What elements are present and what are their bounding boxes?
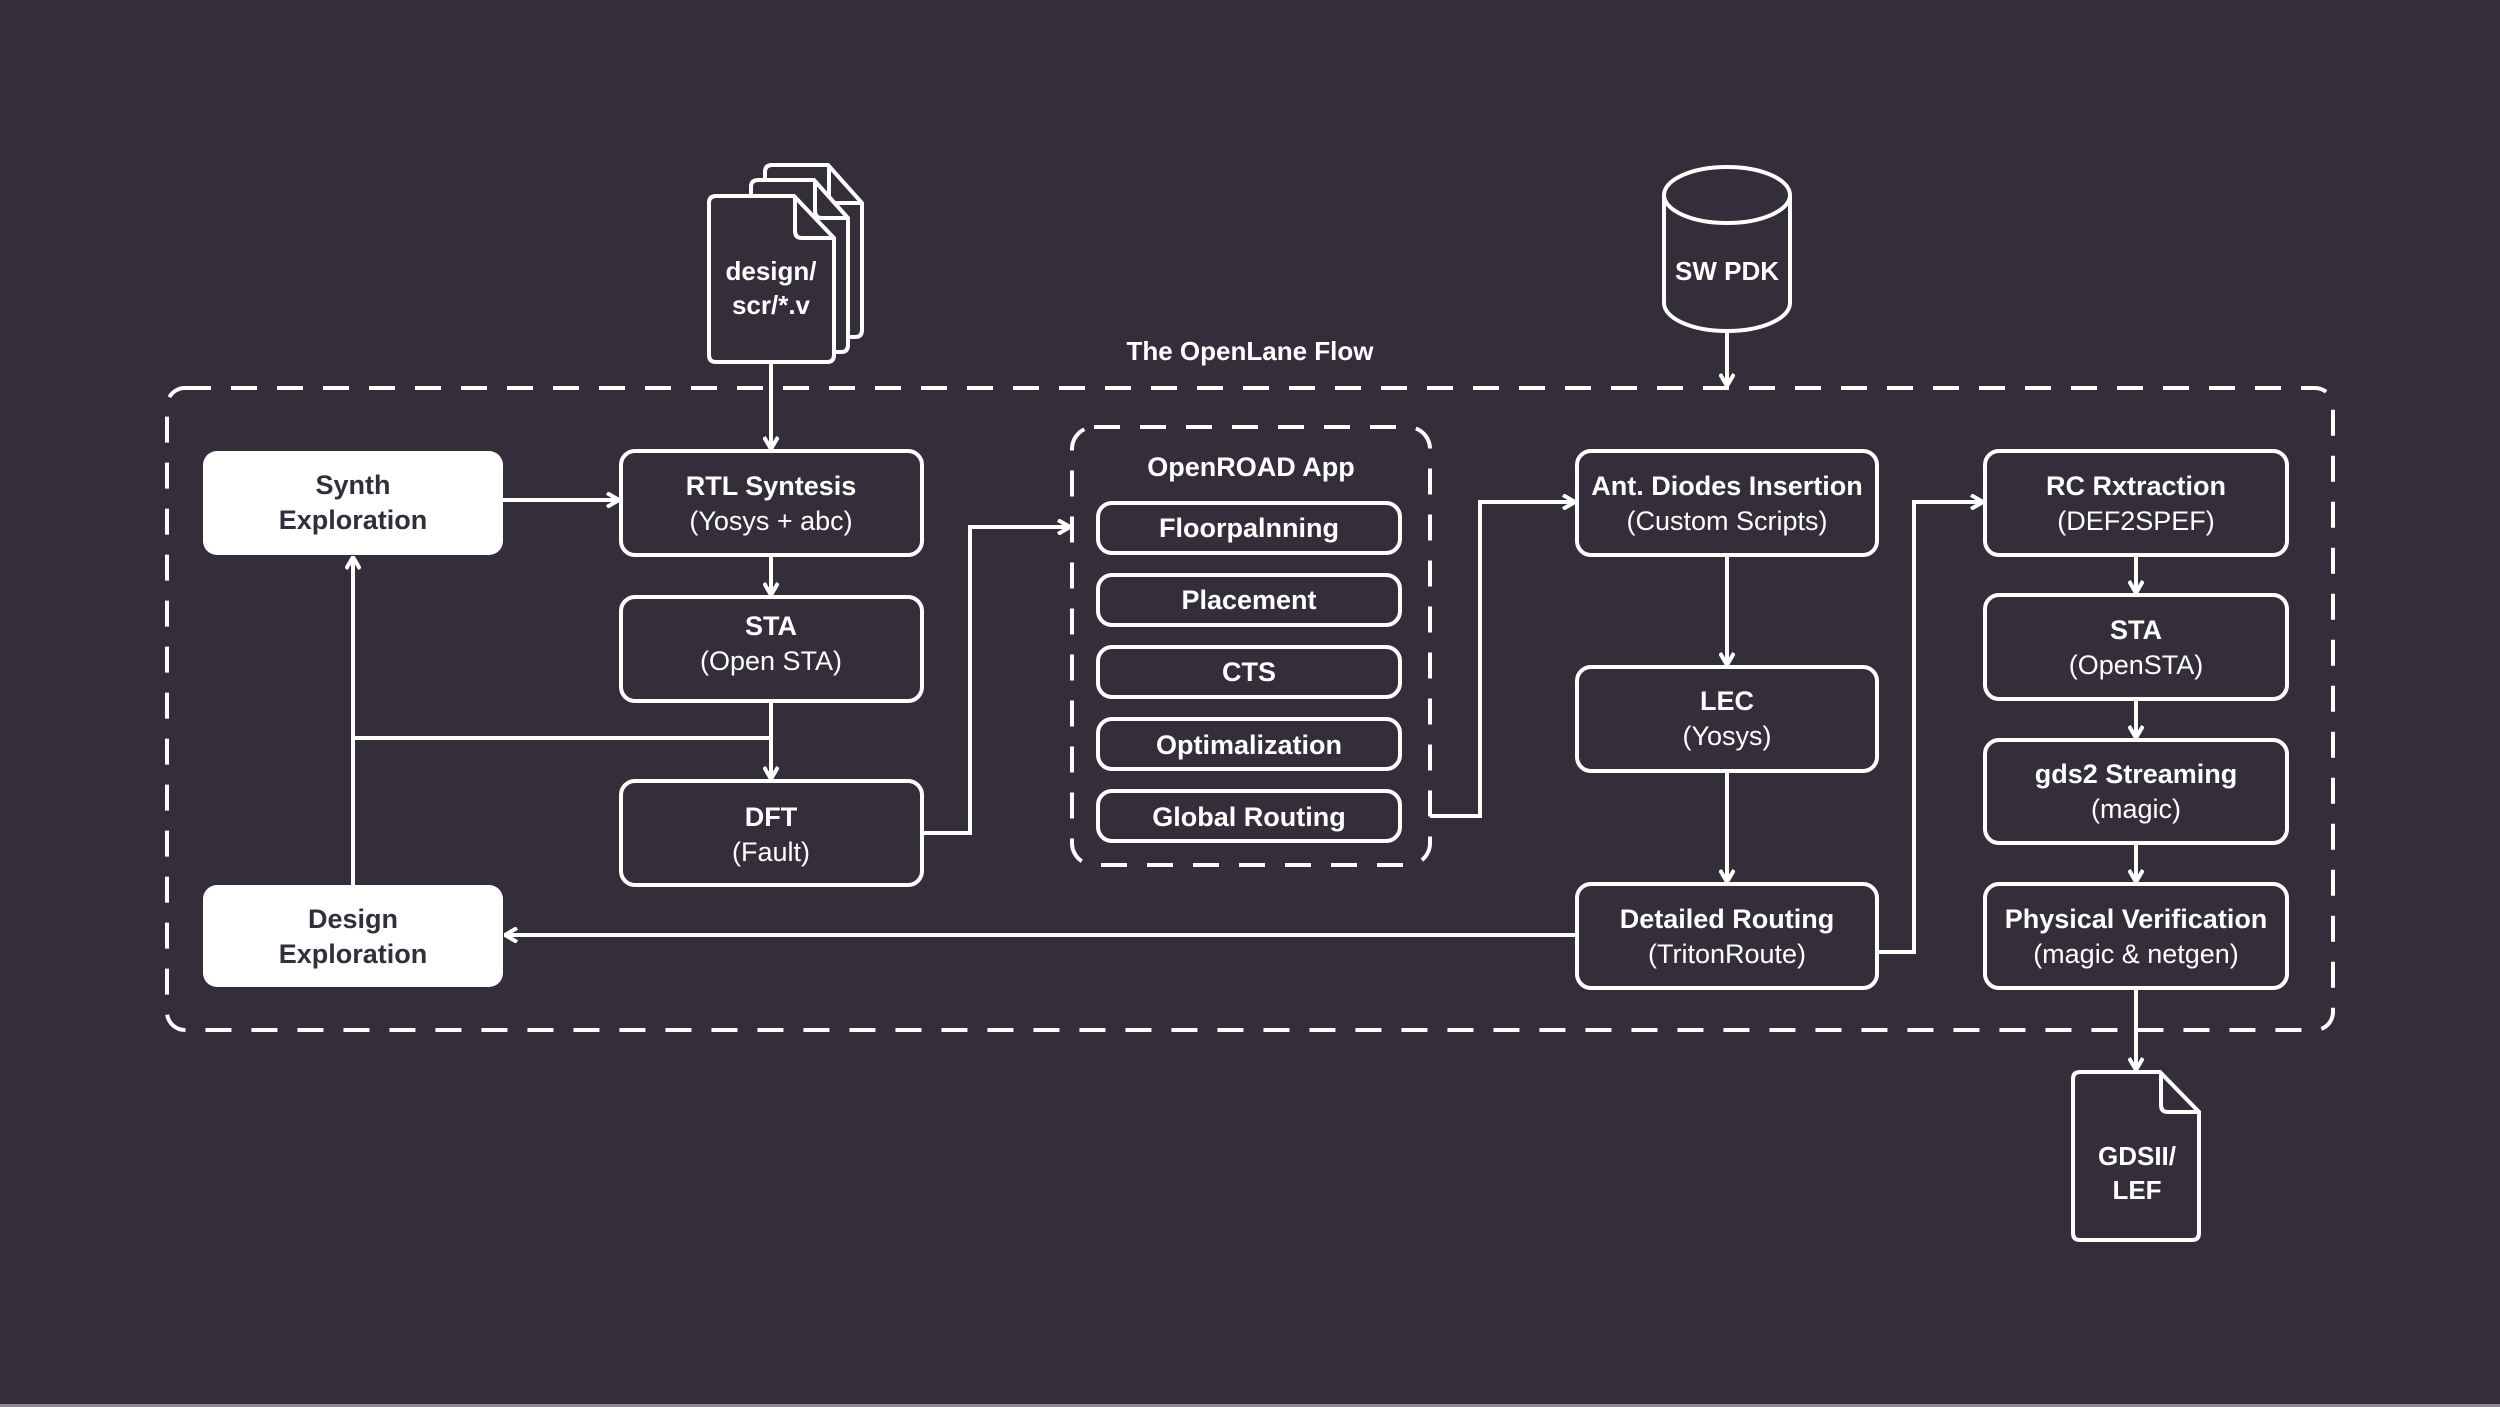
detailed-routing-title: Detailed Routing [1620,904,1835,934]
ant-diodes-tool: (Custom Scripts) [1626,506,1827,536]
arrow-openroad-to-ant-diodes [1430,502,1575,818]
synth-exploration-box[interactable]: Synth Exploration [203,451,503,555]
dft-title: DFT [745,802,798,832]
rtl-synthesis-tool: (Yosys + abc) [689,506,852,536]
design-files-label-line1: design/ [725,256,816,286]
gds2-streaming-title: gds2 Streaming [2035,759,2238,789]
sta-box[interactable]: STA (Open STA) [619,595,924,703]
detailed-routing-tool: (TritonRoute) [1648,939,1806,969]
sta-opensta-tool: (OpenSTA) [2069,650,2204,680]
optimization-label: Optimalization [1156,730,1342,760]
sw-pdk-database-icon [1662,165,1792,333]
openroad-step-cts[interactable]: CTS [1096,645,1402,699]
synth-exploration-line1: Synth [315,470,390,500]
sta-tool: (Open STA) [700,646,842,676]
openlane-flow-diagram: The OpenLane Flow design/ scr/*.v SW PDK… [165,163,2335,1242]
gds2-streaming-box[interactable]: gds2 Streaming (magic) [1983,738,2289,845]
gdsii-lef-label-line2: LEF [2112,1175,2161,1205]
global-routing-label: Global Routing [1152,802,1345,832]
sta-opensta-box[interactable]: STA (OpenSTA) [1983,593,2289,701]
openroad-step-optimization[interactable]: Optimalization [1096,717,1402,771]
openroad-step-placement[interactable]: Placement [1096,573,1402,627]
dft-box[interactable]: DFT (Fault) [619,779,924,887]
design-exploration-box[interactable]: Design Exploration [203,885,503,987]
arrow-detailed-routing-to-rc-extraction [1877,502,1983,954]
rtl-synthesis-title: RTL Syntesis [686,471,857,501]
lec-box[interactable]: LEC (Yosys) [1575,665,1879,773]
floorplanning-label: Floorpalnning [1159,513,1339,543]
cts-label: CTS [1222,657,1276,687]
lec-title: LEC [1700,686,1754,716]
physical-verification-tool: (magic & netgen) [2033,939,2239,969]
openroad-app-title: OpenROAD App [1147,452,1354,482]
arrow-dft-to-openroad [922,527,1070,835]
design-files-label-line2: scr/*.v [732,290,811,320]
design-exploration-line1: Design [308,904,398,934]
openroad-step-global-routing[interactable]: Global Routing [1096,789,1402,843]
sw-pdk-label: SW PDK [1675,256,1779,286]
rc-extraction-tool: (DEF2SPEF) [2057,506,2215,536]
flow-title: The OpenLane Flow [1126,336,1374,366]
gdsii-lef-label-line1: GDSII/ [2098,1141,2176,1171]
openroad-step-floorplanning[interactable]: Floorpalnning [1096,501,1402,555]
sta-title: STA [745,611,797,641]
dft-tool: (Fault) [732,837,810,867]
rc-extraction-box[interactable]: RC Rxtraction (DEF2SPEF) [1983,449,2289,557]
ant-diodes-title: Ant. Diodes Insertion [1591,471,1863,501]
sta-opensta-title: STA [2110,615,2162,645]
synth-exploration-line2: Exploration [279,505,428,535]
physical-verification-title: Physical Verification [2005,904,2268,934]
rtl-synthesis-box[interactable]: RTL Syntesis (Yosys + abc) [619,449,924,557]
detailed-routing-box[interactable]: Detailed Routing (TritonRoute) [1575,882,1879,990]
ant-diodes-insertion-box[interactable]: Ant. Diodes Insertion (Custom Scripts) [1575,449,1879,557]
design-exploration-line2: Exploration [279,939,428,969]
gds2-streaming-tool: (magic) [2091,794,2181,824]
lec-tool: (Yosys) [1682,721,1771,751]
rc-extraction-title: RC Rxtraction [2046,471,2226,501]
placement-label: Placement [1181,585,1316,615]
physical-verification-box[interactable]: Physical Verification (magic & netgen) [1983,882,2289,990]
